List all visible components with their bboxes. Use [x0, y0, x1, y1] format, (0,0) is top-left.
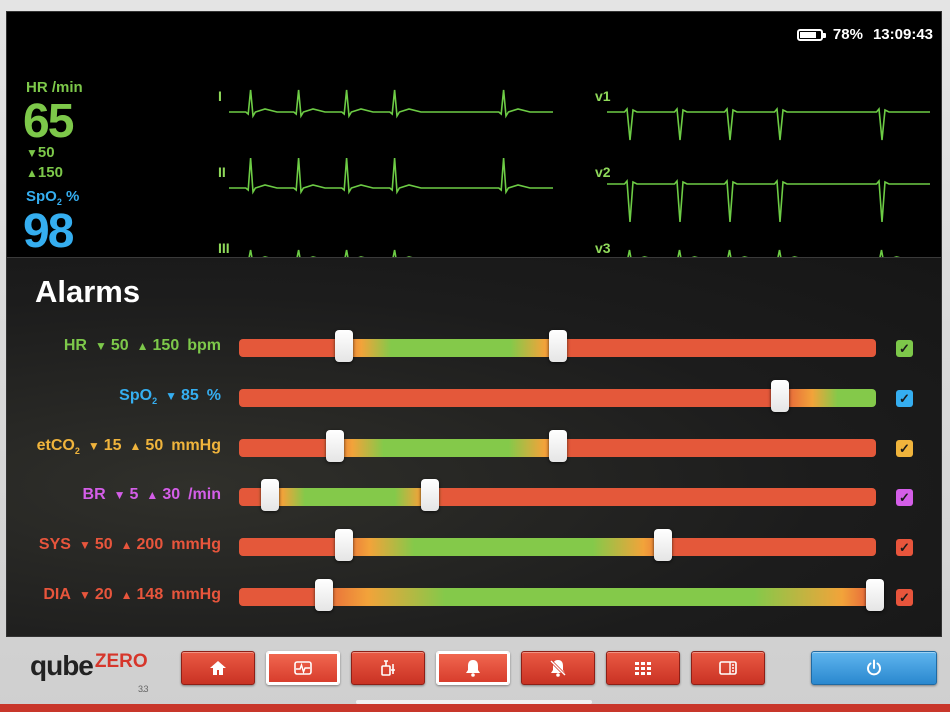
alarm-range-slider[interactable]	[239, 529, 876, 561]
power-icon	[867, 659, 881, 676]
alarm-enable-checkbox[interactable]: ✓	[896, 390, 913, 407]
alarm-label: HR ▼ 50 ▲ 150 bpm	[64, 337, 221, 355]
ecg-trace	[859, 107, 930, 141]
alarm-parameter-name: BR	[82, 486, 106, 503]
lead-label-v1: v1	[595, 88, 611, 104]
ecg-trace	[482, 157, 553, 195]
slider-thumb-low[interactable]	[335, 529, 354, 561]
alarm-label: BR ▼ 5 ▲ 30/min	[83, 486, 221, 504]
alarm-enable-checkbox[interactable]: ✓	[896, 589, 913, 606]
alarm-row-dia: DIA ▼ 20 ▲ 148 mmHg ✓	[7, 579, 941, 612]
alarm-limits: ▼ 5 ▲ 30/min	[113, 486, 221, 503]
alarm-range-slider[interactable]	[239, 380, 876, 412]
power-button[interactable]	[811, 651, 937, 685]
alarm-row-spo2: SpO2 ▼ 85% ✓	[7, 380, 941, 413]
alarm-parameter-name: SpO2	[119, 387, 158, 407]
ecg-trace	[607, 178, 859, 223]
alarm-limits: ▼ 50 ▲ 200 mmHg	[78, 536, 221, 553]
alarm-enable-checkbox[interactable]: ✓	[896, 440, 913, 457]
panel-toggle-button[interactable]	[691, 651, 765, 685]
alarms-button[interactable]	[436, 651, 510, 685]
brand-logo: qube ZERO 3.3	[30, 650, 148, 694]
alarm-parameter-name: SYS	[38, 536, 71, 553]
lead-label-iii: III	[218, 240, 230, 256]
alarm-label: etCO2 ▼ 15 ▲ 50 mmHg	[37, 437, 221, 456]
alarm-label: SpO2 ▼ 85%	[119, 387, 221, 406]
monitor-screen: 78% 13:09:43 I II III v1 v2 v3 HR /min 6…	[6, 11, 942, 637]
alarm-parameter-name: etCO2	[36, 437, 80, 457]
slider-thumb-high[interactable]	[548, 430, 567, 462]
alarm-enable-checkbox[interactable]: ✓	[896, 340, 913, 357]
ecg-trace	[229, 89, 482, 119]
grid-icon	[635, 662, 651, 675]
alarm-range-slider[interactable]	[239, 579, 885, 611]
alarm-label: DIA ▼ 20 ▲ 148 mmHg	[43, 586, 221, 604]
waveform-icon	[294, 661, 312, 675]
alarm-limits: ▼ 20 ▲ 148 mmHg	[78, 586, 221, 603]
ecg-trace	[229, 157, 482, 195]
alarm-range-slider[interactable]	[239, 430, 876, 462]
lead-label-v3: v3	[595, 240, 611, 256]
alarm-parameter-name: DIA	[43, 586, 71, 603]
waveform-view-button[interactable]	[266, 651, 340, 685]
slider-thumb-high[interactable]	[421, 479, 440, 511]
alarm-range-slider[interactable]	[239, 479, 876, 511]
ecg-trace	[482, 89, 553, 119]
alarm-row-etco2: etCO2 ▼ 15 ▲ 50 mmHg ✓	[7, 430, 941, 463]
alarm-parameter-name: HR	[63, 337, 87, 354]
lead-label-ii: II	[218, 164, 226, 180]
ecg-trace	[859, 178, 930, 223]
slider-thumb-high[interactable]	[548, 330, 567, 362]
alarm-enable-checkbox[interactable]: ✓	[896, 539, 913, 556]
medication-button[interactable]	[351, 651, 425, 685]
home-icon	[210, 661, 226, 675]
ecg-waveforms	[229, 89, 930, 262]
slider-thumb-low[interactable]	[314, 579, 333, 611]
bell-muted-icon	[549, 659, 567, 677]
alarms-panel: Alarms HR ▼ 50 ▲ 150 bpm ✓ SpO2 ▼ 85% ✓ etCO2 ▼ 15 ▲…	[7, 257, 941, 636]
slider-thumb-high[interactable]	[866, 579, 885, 611]
version-label: 3.3	[138, 684, 148, 694]
mute-alarms-button[interactable]	[521, 651, 595, 685]
alarm-row-sys: SYS ▼ 50 ▲ 200 mmHg ✓	[7, 529, 941, 562]
lead-label-v2: v2	[595, 164, 611, 180]
hr-value: 65	[23, 95, 74, 148]
syringe-icon	[381, 660, 395, 676]
alarm-limits: ▼ 85%	[165, 387, 221, 404]
alarm-limits: ▼ 15 ▲ 50 mmHg	[87, 437, 221, 454]
alarm-row-hr: HR ▼ 50 ▲ 150 bpm ✓	[7, 330, 941, 363]
slider-thumb-high[interactable]	[653, 529, 672, 561]
slider-thumb-low[interactable]	[260, 479, 279, 511]
lead-label-i: I	[218, 88, 222, 104]
spo2-value: 98	[23, 205, 74, 258]
alarm-label: SYS ▼ 50 ▲ 200 mmHg	[39, 536, 221, 554]
alarm-limits: ▼ 50 ▲ 150 bpm	[94, 337, 221, 354]
home-button[interactable]	[181, 651, 255, 685]
slider-thumb-low[interactable]	[335, 330, 354, 362]
grid-menu-button[interactable]	[606, 651, 680, 685]
bottom-accent-strip	[0, 704, 950, 712]
home-indicator[interactable]	[356, 700, 592, 704]
hr-low-limit: ▼50	[26, 144, 55, 161]
ecg-trace	[607, 107, 859, 141]
alarm-range-slider[interactable]	[239, 330, 876, 362]
bell-icon	[466, 660, 480, 677]
alarm-enable-checkbox[interactable]: ✓	[896, 489, 913, 506]
alarm-row-br: BR ▼ 5 ▲ 30/min ✓	[7, 479, 941, 512]
alarms-title: Alarms	[35, 274, 141, 309]
slider-thumb-low[interactable]	[325, 430, 344, 462]
hr-high-limit: ▲150	[26, 164, 63, 181]
slider-thumb-low[interactable]	[771, 380, 790, 412]
sidebar-panel-icon	[719, 661, 737, 675]
